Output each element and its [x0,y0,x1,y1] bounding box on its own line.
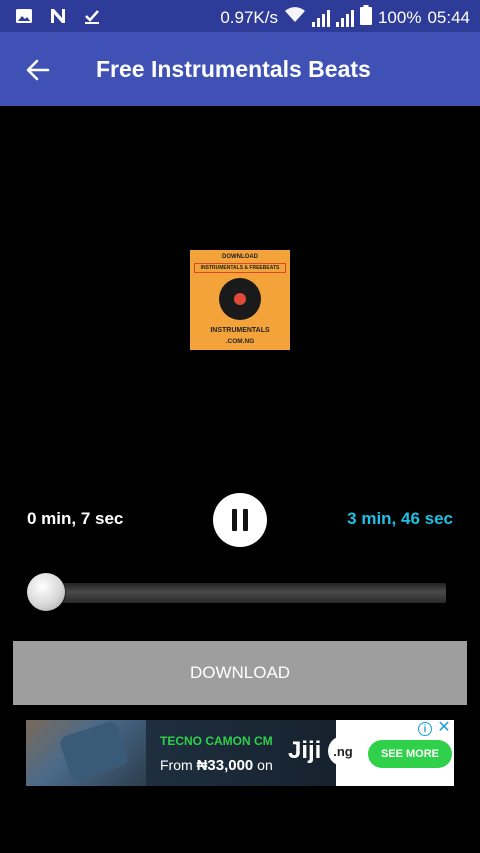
ad-close-icon[interactable]: ✕ [436,720,452,736]
clock: 05:44 [427,7,470,27]
download-button[interactable]: DOWNLOAD [13,641,467,705]
ad-info-icon[interactable]: i [418,722,432,736]
arrow-back-icon [26,59,50,81]
net-speed: 0.97K/s [220,7,278,27]
album-artwork: DOWNLOAD INSTRUMENTALS & FREEBEATS INSTR… [190,250,290,350]
status-bar: 0.97K/s 100% 05:44 [0,0,480,32]
ad-brand-tld: .ng [328,736,358,766]
seek-thumb[interactable] [27,573,65,611]
ad-image [26,720,154,786]
ad-brand-logo: Jiji [288,737,322,764]
artwork-banner: INSTRUMENTALS & FREEBEATS [194,263,286,273]
signal-icon [311,9,330,27]
download-done-icon [82,6,102,26]
signal-icon [335,9,354,27]
pause-button[interactable] [213,493,267,547]
ad-price-line: From ₦33,000 on [160,757,273,774]
app-bar: Free Instrumentals Beats [0,32,480,106]
artwork-line3: .COM.NG [225,338,255,345]
seek-bar[interactable] [42,583,446,603]
n-icon [48,6,68,26]
ad-price: ₦33,000 [196,757,254,774]
artwork-line2: INSTRUMENTALS [210,327,270,334]
ad-see-more-button[interactable]: SEE MORE [368,740,452,768]
artwork-line1: DOWNLOAD [222,254,258,260]
page-title: Free Instrumentals Beats [96,56,371,82]
image-icon [14,6,34,26]
ad-banner[interactable]: TECNO CAMON CM From ₦33,000 on Jiji .ng … [26,720,454,786]
elapsed-time: 0 min, 7 sec [27,509,124,528]
wifi-icon [284,6,306,29]
pause-icon [232,509,237,531]
back-button[interactable] [22,54,54,86]
total-duration: 3 min, 46 sec [347,509,453,528]
battery-icon [359,5,372,30]
battery-percent: 100% [377,7,422,27]
vinyl-disc-icon [219,278,261,320]
ad-headline: TECNO CAMON CM [160,734,273,748]
